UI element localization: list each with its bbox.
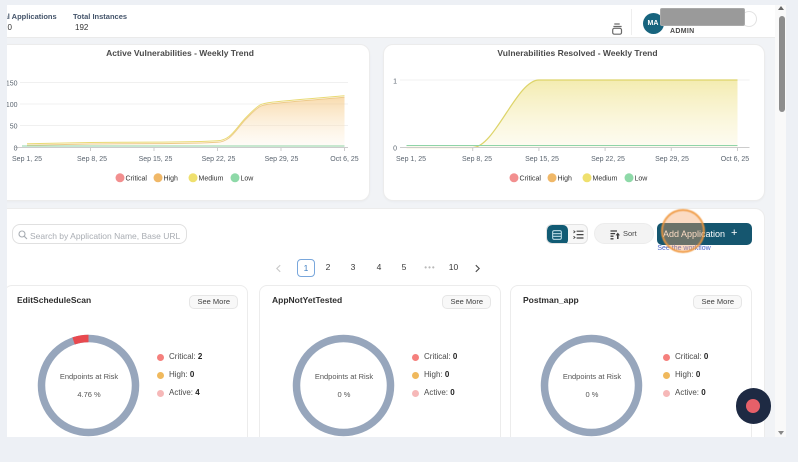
svg-text:Sep 8, 25: Sep 8, 25 <box>462 156 492 163</box>
svg-text:0: 0 <box>393 146 397 153</box>
svg-text:Sep 1, 25: Sep 1, 25 <box>12 156 42 163</box>
svg-text:Medium: Medium <box>593 175 618 182</box>
svg-text:1: 1 <box>393 79 397 86</box>
svg-text:Low: Low <box>635 175 649 182</box>
svg-text:50: 50 <box>10 124 18 131</box>
svg-text:Sep 29, 25: Sep 29, 25 <box>655 156 689 163</box>
svg-text:Sep 22, 25: Sep 22, 25 <box>202 156 236 163</box>
svg-text:Sep 8, 25: Sep 8, 25 <box>77 156 107 163</box>
svg-text:Oct 6, 25: Oct 6, 25 <box>330 156 359 163</box>
svg-text:0: 0 <box>14 146 18 153</box>
svg-text:150: 150 <box>7 81 18 88</box>
svg-text:Sep 15, 25: Sep 15, 25 <box>139 156 173 163</box>
svg-text:Sep 15, 25: Sep 15, 25 <box>525 156 559 163</box>
svg-text:Low: Low <box>241 175 255 182</box>
svg-text:Critical: Critical <box>520 175 542 182</box>
svg-text:High: High <box>164 175 179 182</box>
svg-text:100: 100 <box>7 102 18 109</box>
svg-text:Sep 29, 25: Sep 29, 25 <box>265 156 299 163</box>
svg-text:Sep 1, 25: Sep 1, 25 <box>396 156 426 163</box>
svg-text:High: High <box>558 175 573 182</box>
svg-text:Oct 6, 25: Oct 6, 25 <box>721 156 750 163</box>
svg-text:Critical: Critical <box>126 175 148 182</box>
svg-text:Sep 22, 25: Sep 22, 25 <box>591 156 625 163</box>
svg-text:Medium: Medium <box>199 175 224 182</box>
